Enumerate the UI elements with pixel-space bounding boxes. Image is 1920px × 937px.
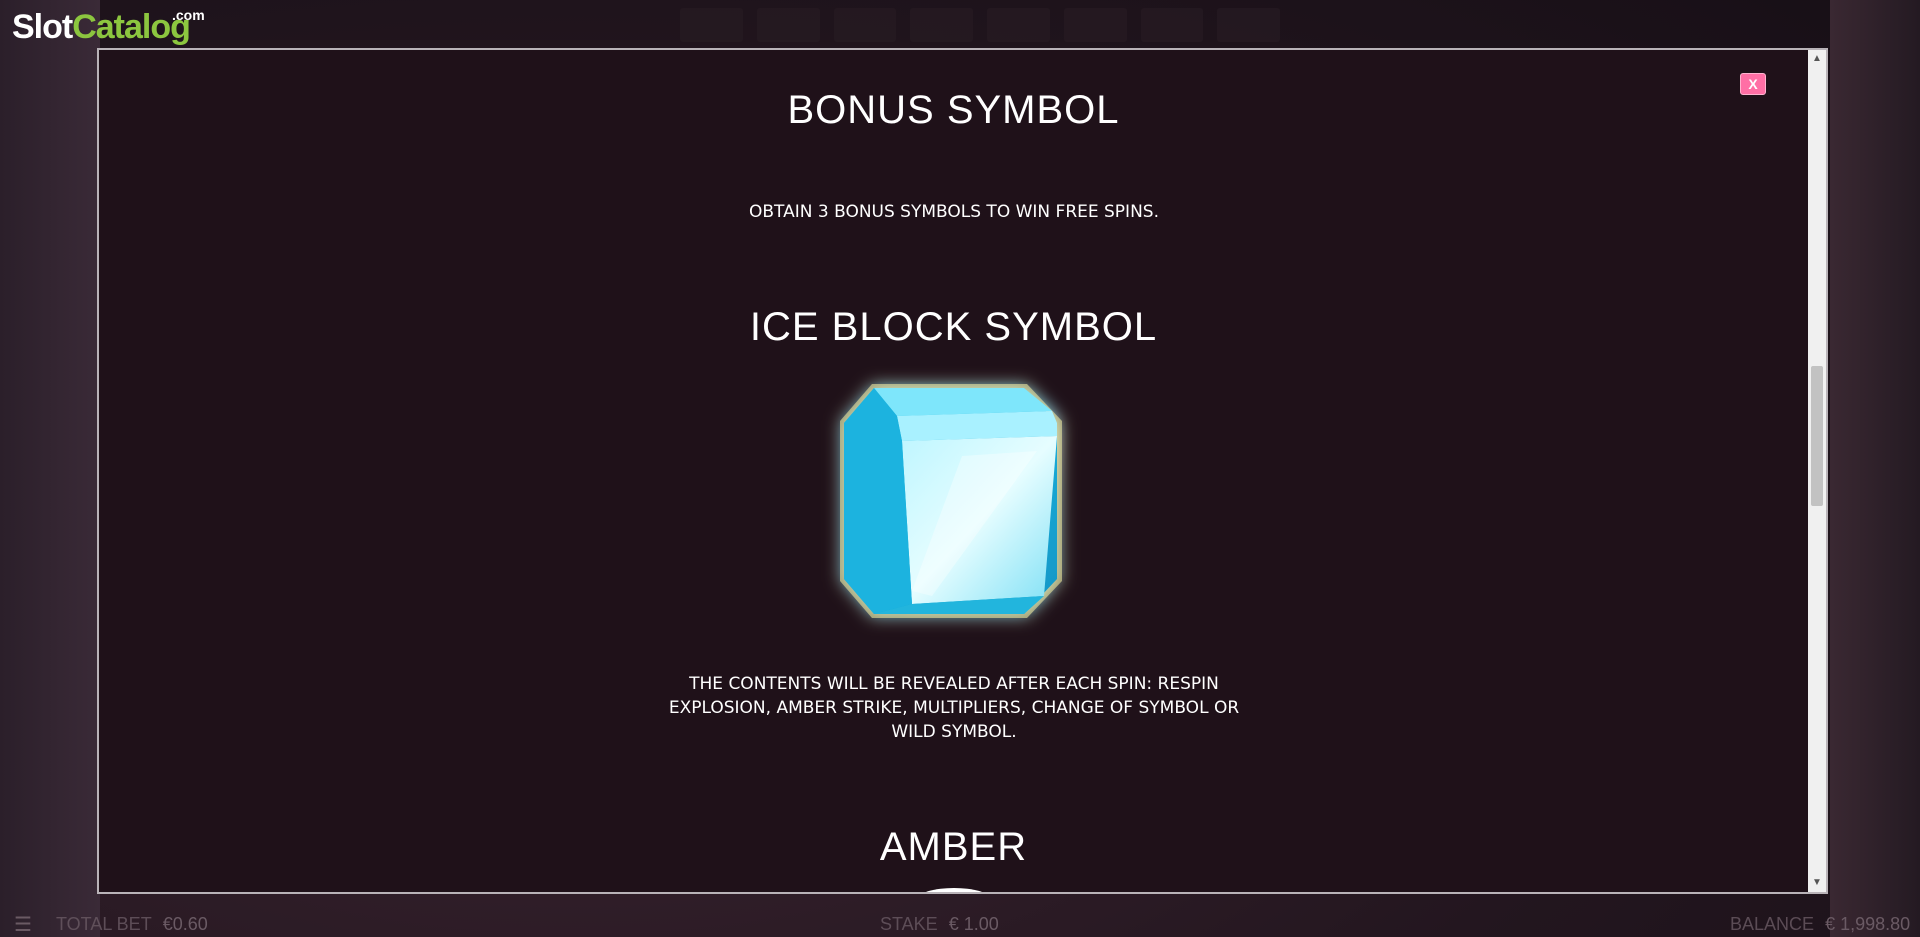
amber-symbol-image	[919, 888, 989, 892]
stake-label: STAKE	[880, 914, 938, 934]
bonus-symbol-title: BONUS SYMBOL	[787, 88, 1120, 132]
background-left	[0, 0, 100, 937]
logo-com-text: .com	[172, 7, 205, 23]
scroll-thumb[interactable]	[1811, 366, 1823, 506]
amber-title: AMBER	[879, 825, 1028, 869]
stake-display: STAKE € 1.00	[880, 914, 999, 935]
ice-block-description: THE CONTENTS WILL BE REVEALED AFTER EACH…	[668, 674, 1240, 742]
slotcatalog-logo: SlotCatalog .com	[12, 8, 205, 46]
bet-label: TOTAL BET	[56, 914, 152, 934]
background-reels	[680, 8, 1280, 42]
logo-slot-text: Slot	[12, 8, 73, 46]
bonus-symbol-description: OBTAIN 3 BONUS SYMBOLS TO WIN FREE SPINS…	[748, 202, 1159, 222]
balance-display: BALANCE € 1,998.80	[1730, 914, 1910, 935]
balance-value: € 1,998.80	[1825, 914, 1911, 934]
scroll-down-icon[interactable]: ▼	[1808, 874, 1826, 892]
balance-label: BALANCE	[1730, 914, 1815, 934]
paytable-modal: X BONUS SYMBOL OBTAIN 3 BONUS SYMBOLS TO…	[97, 48, 1828, 894]
paytable-content[interactable]: X BONUS SYMBOL OBTAIN 3 BONUS SYMBOLS TO…	[99, 50, 1808, 892]
background-right	[1830, 0, 1920, 937]
bottom-bar: ☰ TOTAL BET €0.60 STAKE € 1.00 BALANCE €…	[0, 910, 1920, 937]
scrollbar[interactable]: ▲ ▼	[1808, 50, 1826, 892]
menu-icon[interactable]: ☰	[14, 912, 32, 937]
scroll-up-icon[interactable]: ▲	[1808, 50, 1826, 68]
bet-value: €0.60	[162, 914, 208, 934]
bet-display: TOTAL BET €0.60	[56, 914, 208, 935]
ice-block-icon	[812, 366, 1102, 656]
ice-block-title: ICE BLOCK SYMBOL	[749, 305, 1158, 349]
stake-value: € 1.00	[948, 914, 999, 934]
